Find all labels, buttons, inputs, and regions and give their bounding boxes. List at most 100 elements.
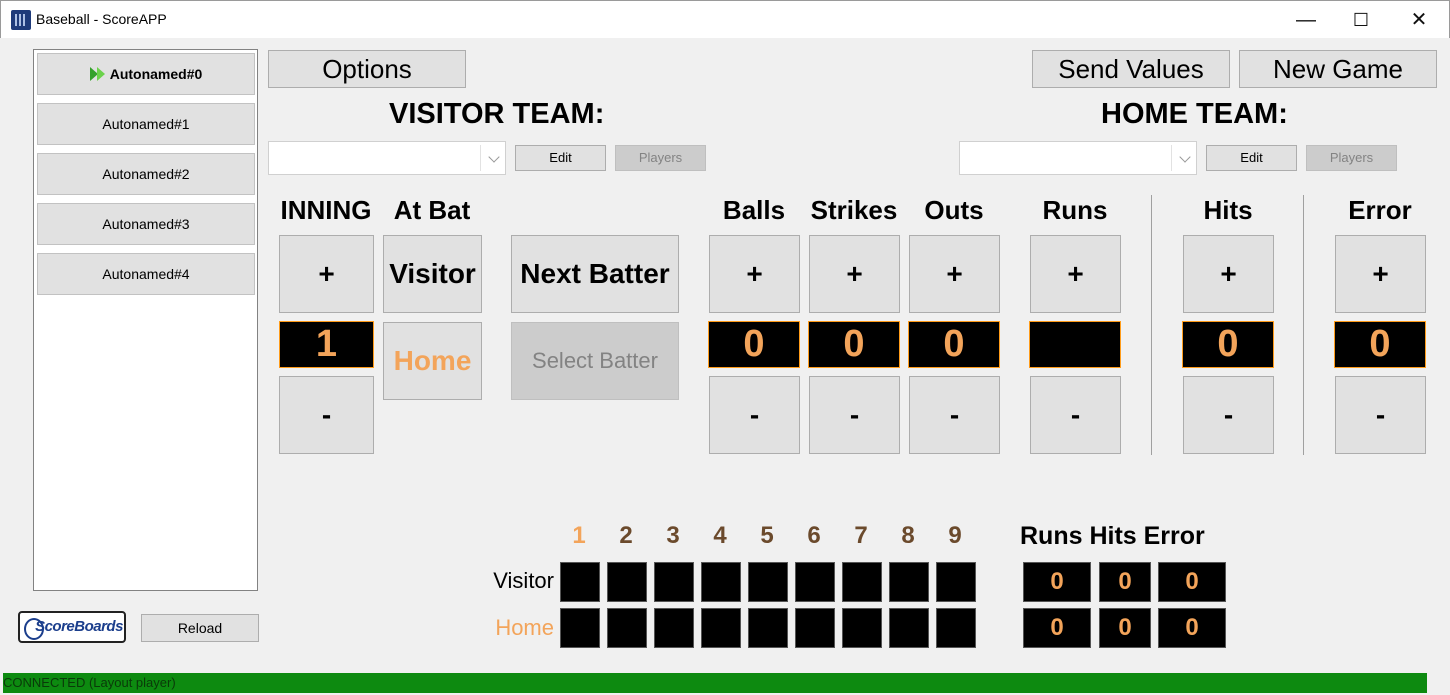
home-inning-cell — [560, 608, 600, 648]
inning-value: 1 — [279, 321, 374, 368]
balls-value: 0 — [708, 321, 800, 368]
error-value: 0 — [1334, 321, 1426, 368]
home-inning-cell — [748, 608, 788, 648]
visitor-players-button[interactable]: Players — [615, 145, 706, 171]
send-values-button[interactable]: Send Values — [1032, 50, 1230, 88]
totals-header: Runs Hits Error — [1020, 522, 1205, 550]
reload-button[interactable]: Reload — [141, 614, 259, 642]
strikes-plus-button[interactable]: + — [809, 235, 900, 313]
select-batter-button[interactable]: Select Batter — [511, 322, 679, 400]
inning-minus-button[interactable]: - — [279, 376, 374, 454]
app-icon — [11, 10, 31, 30]
home-runs-total: 0 — [1023, 608, 1091, 648]
inning-header: 7 — [854, 522, 868, 549]
home-inning-cell — [701, 608, 741, 648]
inning-header: 8 — [901, 522, 915, 549]
options-button[interactable]: Options — [268, 50, 466, 88]
home-inning-cell — [842, 608, 882, 648]
balls-label: Balls — [722, 195, 786, 225]
hits-plus-button[interactable]: + — [1183, 235, 1274, 313]
error-minus-button[interactable]: - — [1335, 376, 1426, 454]
list-item[interactable]: Autonamed#2 — [37, 153, 255, 195]
visitor-edit-button[interactable]: Edit — [515, 145, 606, 171]
balls-minus-button[interactable]: - — [709, 376, 800, 454]
home-inning-cell — [607, 608, 647, 648]
inning-plus-button[interactable]: + — [279, 235, 374, 313]
home-inning-cell — [936, 608, 976, 648]
home-inning-cell — [889, 608, 929, 648]
outs-label: Outs — [924, 195, 984, 225]
runs-value — [1029, 321, 1121, 368]
visitor-team-title: VISITOR TEAM: — [389, 98, 605, 130]
title-bar: Baseball - ScoreAPP — ☐ ✕ — [0, 0, 1450, 38]
hits-value: 0 — [1182, 321, 1274, 368]
home-hits-total: 0 — [1099, 608, 1151, 648]
home-edit-button[interactable]: Edit — [1206, 145, 1297, 171]
at-bat-label: At Bat — [393, 195, 471, 225]
list-item[interactable]: Autonamed#1 — [37, 103, 255, 145]
home-inning-cell — [654, 608, 694, 648]
runs-label: Runs — [1042, 195, 1108, 225]
strikes-minus-button[interactable]: - — [809, 376, 900, 454]
strikes-value: 0 — [808, 321, 900, 368]
visitor-inning-cell — [748, 562, 788, 602]
visitor-runs-total: 0 — [1023, 562, 1091, 602]
divider — [1151, 195, 1152, 455]
visitor-inning-cell — [936, 562, 976, 602]
chevron-down-icon — [1180, 155, 1190, 165]
minimize-button[interactable]: — — [1277, 1, 1335, 39]
maximize-button[interactable]: ☐ — [1332, 1, 1390, 39]
visitor-inning-cell — [560, 562, 600, 602]
error-plus-button[interactable]: + — [1335, 235, 1426, 313]
inning-header: 1 — [572, 522, 586, 549]
visitor-inning-cell — [842, 562, 882, 602]
status-bar: CONNECTED (Layout player) — [3, 673, 1427, 693]
home-row-label: Home — [495, 615, 554, 640]
chevron-down-icon — [489, 155, 499, 165]
home-inning-cell — [795, 608, 835, 648]
play-icon — [89, 66, 106, 82]
inning-header: 2 — [619, 522, 633, 549]
home-error-total: 0 — [1158, 608, 1226, 648]
inning-header: 5 — [760, 522, 774, 549]
visitor-inning-cell — [889, 562, 929, 602]
home-team-select[interactable] — [959, 141, 1197, 175]
visitor-inning-cell — [701, 562, 741, 602]
error-label: Error — [1348, 195, 1412, 225]
outs-plus-button[interactable]: + — [909, 235, 1000, 313]
balls-plus-button[interactable]: + — [709, 235, 800, 313]
visitor-error-total: 0 — [1158, 562, 1226, 602]
home-players-button[interactable]: Players — [1306, 145, 1397, 171]
inning-header: 9 — [948, 522, 962, 549]
runs-plus-button[interactable]: + — [1030, 235, 1121, 313]
inning-label: INNING — [280, 195, 372, 225]
close-button[interactable]: ✕ — [1390, 1, 1448, 39]
home-team-title: HOME TEAM: — [1101, 98, 1288, 130]
list-item[interactable]: Autonamed#4 — [37, 253, 255, 295]
outs-minus-button[interactable]: - — [909, 376, 1000, 454]
inning-header: 6 — [807, 522, 821, 549]
visitor-team-select[interactable] — [268, 141, 506, 175]
scoreboards-logo: ScoreBoards — [18, 611, 126, 643]
window-title: Baseball - ScoreAPP — [36, 11, 167, 27]
list-item[interactable]: Autonamed#0 — [37, 53, 255, 95]
visitor-hits-total: 0 — [1099, 562, 1151, 602]
new-game-button[interactable]: New Game — [1239, 50, 1437, 88]
divider — [1303, 195, 1304, 455]
visitor-inning-cell — [607, 562, 647, 602]
outs-value: 0 — [908, 321, 1000, 368]
at-bat-visitor-button[interactable]: Visitor — [383, 235, 482, 313]
hits-label: Hits — [1203, 195, 1253, 225]
visitor-row-label: Visitor — [493, 568, 554, 593]
strikes-label: Strikes — [810, 195, 898, 225]
inning-header: 4 — [713, 522, 727, 549]
visitor-inning-cell — [795, 562, 835, 602]
inning-header: 3 — [666, 522, 680, 549]
next-batter-button[interactable]: Next Batter — [511, 235, 679, 313]
scoreboard-list[interactable]: Autonamed#0 Autonamed#1 Autonamed#2 Auto… — [33, 49, 258, 591]
at-bat-home-button[interactable]: Home — [383, 322, 482, 400]
runs-minus-button[interactable]: - — [1030, 376, 1121, 454]
list-item[interactable]: Autonamed#3 — [37, 203, 255, 245]
hits-minus-button[interactable]: - — [1183, 376, 1274, 454]
visitor-inning-cell — [654, 562, 694, 602]
